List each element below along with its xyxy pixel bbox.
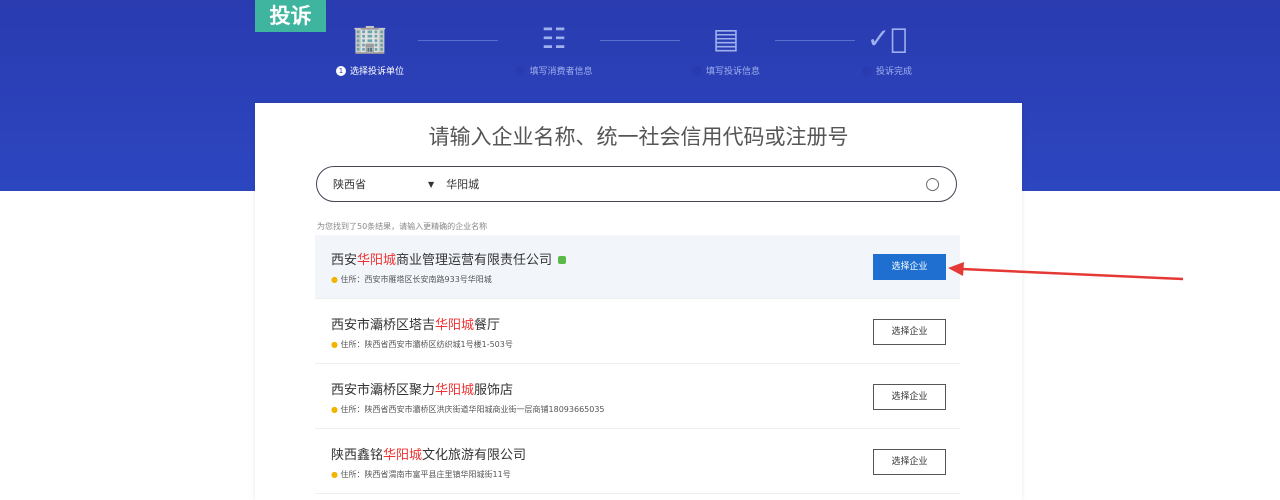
annotation-arrow (948, 262, 1184, 281)
